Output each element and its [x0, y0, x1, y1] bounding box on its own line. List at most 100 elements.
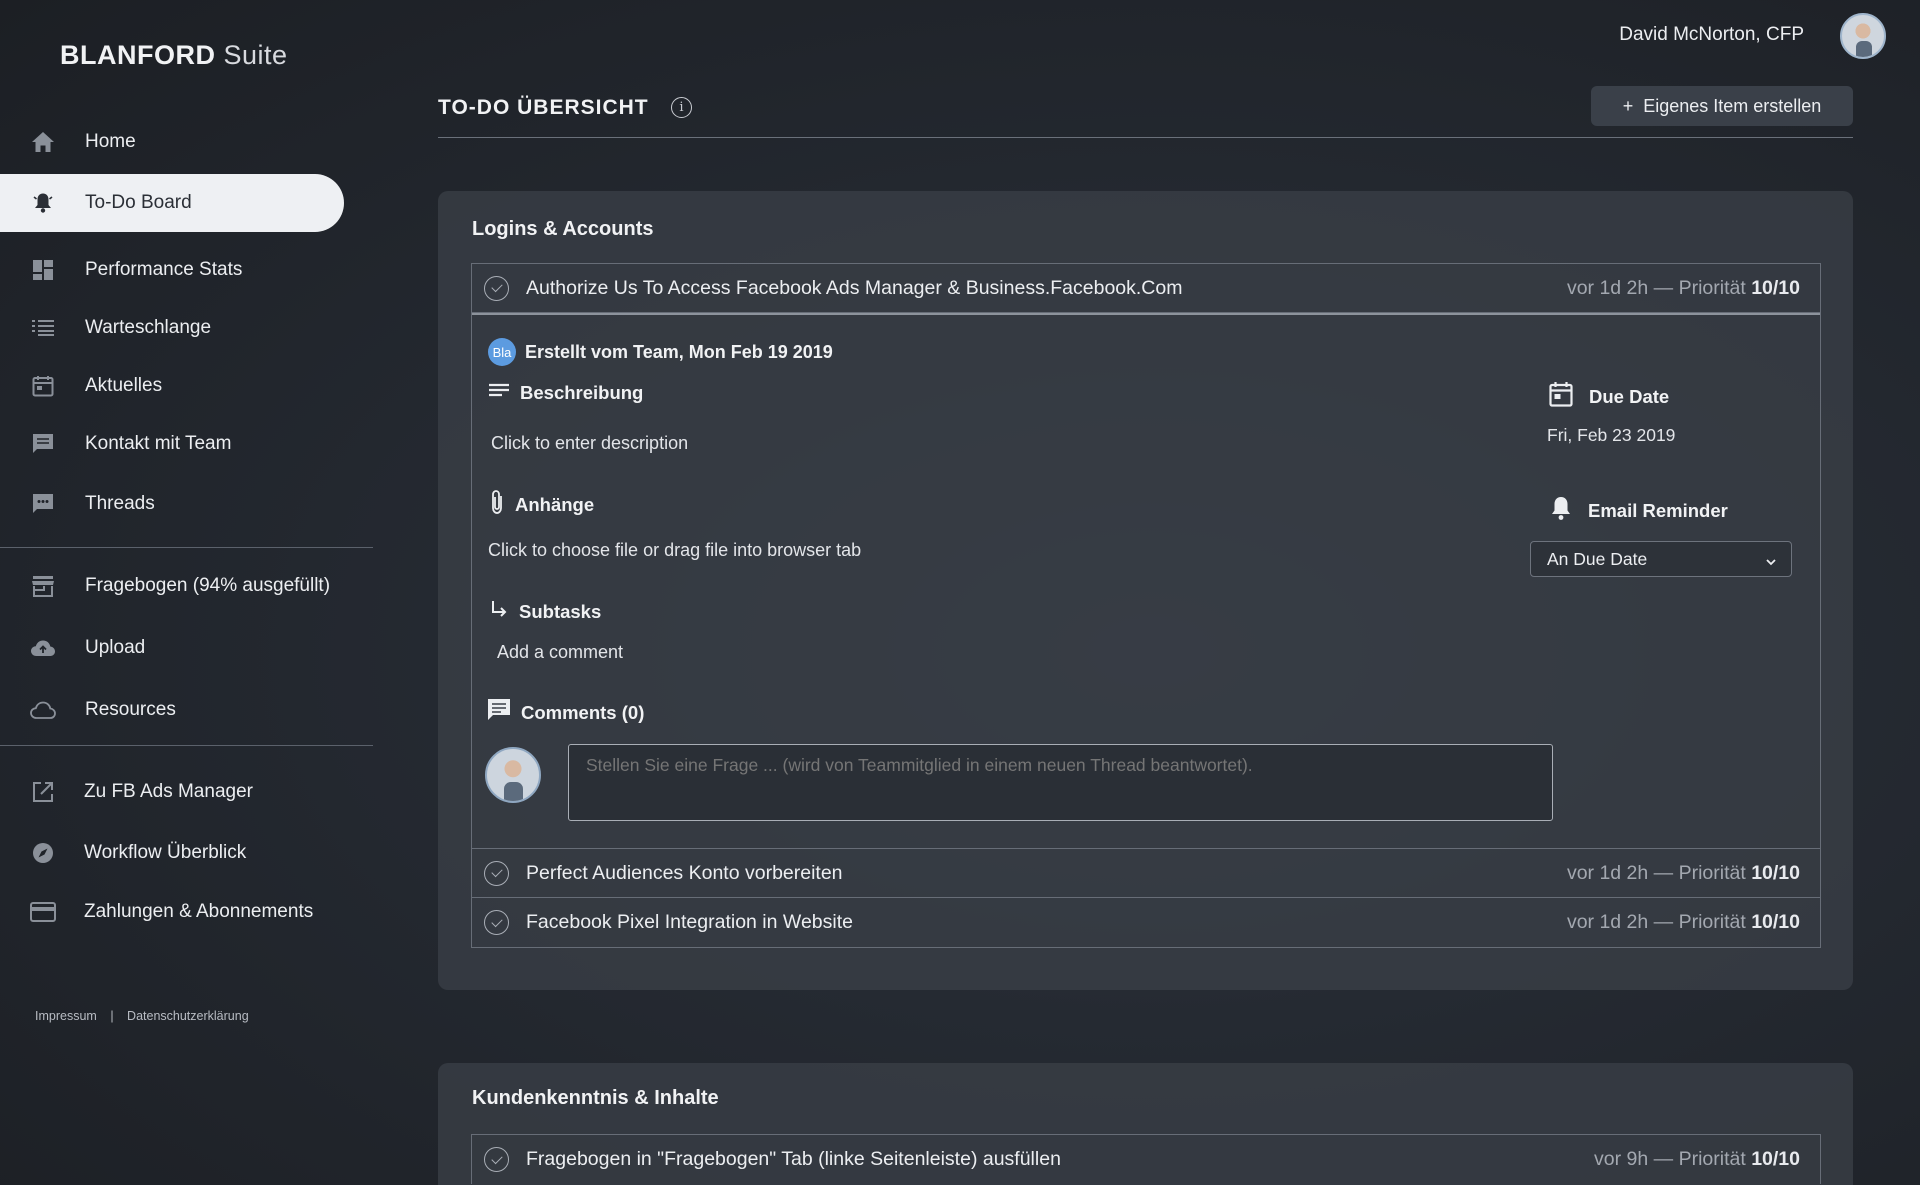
external-link-icon: [30, 779, 56, 805]
check-circle-icon[interactable]: [484, 910, 509, 935]
dashboard-icon: [30, 257, 56, 283]
sidebar-item-fragebogen[interactable]: Fragebogen (94% ausgefüllt): [0, 557, 344, 615]
sidebar-item-label: Zu FB Ads Manager: [84, 781, 253, 802]
calendar-icon: [1549, 381, 1573, 412]
task-list: Fragebogen in "Fragebogen" Tab (linke Se…: [471, 1134, 1821, 1184]
due-date-value[interactable]: Fri, Feb 23 2019: [1547, 425, 1675, 446]
sidebar-item-label: Resources: [85, 699, 176, 720]
check-circle-icon[interactable]: [484, 1147, 509, 1172]
team-badge: Bla: [488, 338, 516, 366]
created-text: Erstellt vom Team, Mon Feb 19 2019: [525, 341, 833, 362]
create-item-label: Eigenes Item erstellen: [1643, 95, 1822, 116]
sidebar-footer: Impressum | Datenschutzerklärung: [35, 1009, 249, 1023]
task-meta: vor 9h — Priorität 10/10: [1594, 1148, 1800, 1170]
sidebar-item-label: Kontakt mit Team: [85, 433, 232, 454]
task-meta: vor 1d 2h — Priorität 10/10: [1566, 276, 1800, 299]
create-item-button[interactable]: + Eigenes Item erstellen: [1591, 86, 1853, 126]
subdirectory-arrow-icon: [489, 599, 509, 624]
impressum-link[interactable]: Impressum: [35, 1009, 97, 1023]
chevron-down-icon: [1765, 552, 1777, 573]
task-row[interactable]: Fragebogen in "Fragebogen" Tab (linke Se…: [472, 1135, 1820, 1184]
sidebar-item-performance-stats[interactable]: Performance Stats: [0, 241, 344, 299]
section-card-kundenkenntnis: Kundenkenntnis & Inhalte Fragebogen in "…: [438, 1063, 1853, 1185]
footer-separator: |: [110, 1009, 114, 1023]
attachment-dropzone[interactable]: Click to choose file or drag file into b…: [488, 540, 861, 561]
task-row[interactable]: Authorize Us To Access Facebook Ads Mana…: [472, 264, 1820, 313]
task-row[interactable]: Facebook Pixel Integration in Website vo…: [472, 898, 1820, 947]
sidebar-item-label: Warteschlange: [85, 317, 212, 338]
sidebar-item-home[interactable]: Home: [0, 113, 344, 171]
task-title: Authorize Us To Access Facebook Ads Mana…: [526, 276, 1183, 299]
sidebar-item-label: Performance Stats: [85, 259, 243, 280]
plus-icon: +: [1622, 95, 1634, 116]
task-priority: 10/10: [1751, 1148, 1800, 1170]
sidebar-item-workflow-ueberblick[interactable]: Workflow Überblick: [0, 824, 344, 882]
cloud-icon: [30, 697, 56, 723]
comments-header: Comments (0): [487, 698, 644, 727]
chat-icon: [30, 491, 56, 517]
created-info: Bla Erstellt vom Team, Mon Feb 19 2019: [488, 338, 833, 366]
task-detail: Bla Erstellt vom Team, Mon Feb 19 2019 B…: [472, 313, 1820, 849]
sidebar-item-todo-board[interactable]: To-Do Board: [0, 174, 344, 232]
privacy-link[interactable]: Datenschutzerklärung: [127, 1009, 249, 1023]
compass-icon: [30, 840, 56, 866]
section-card-logins-accounts: Logins & Accounts Authorize Us To Access…: [438, 191, 1853, 990]
check-circle-icon[interactable]: [484, 860, 509, 886]
task-title: Facebook Pixel Integration in Website: [526, 911, 853, 933]
sidebar-item-label: Aktuelles: [85, 375, 163, 396]
attachments-header: Anhänge: [489, 489, 594, 520]
add-comment-link[interactable]: Add a comment: [497, 642, 623, 663]
page-title: TO-DO ÜBERSICHT: [438, 96, 649, 119]
sidebar-item-threads[interactable]: Threads: [0, 475, 344, 533]
cloud-upload-icon: [30, 635, 56, 661]
avatar[interactable]: [1840, 13, 1886, 59]
credit-card-icon: [30, 899, 56, 925]
bell-icon: [1550, 495, 1572, 526]
description-header: Beschreibung: [488, 382, 643, 404]
comment-icon: [487, 698, 511, 727]
bell-icon: [30, 190, 56, 216]
sidebar-divider: [0, 745, 373, 746]
message-icon: [30, 431, 56, 457]
user-name[interactable]: David McNorton, CFP: [1619, 24, 1804, 46]
description-field[interactable]: Click to enter description: [491, 433, 688, 454]
task-row[interactable]: Perfect Audiences Konto vorbereiten vor …: [472, 849, 1820, 898]
subtasks-header: Subtasks: [489, 599, 601, 624]
check-circle-icon[interactable]: [484, 275, 509, 301]
email-reminder-header: Email Reminder: [1550, 495, 1728, 526]
task-priority: 10/10: [1751, 911, 1800, 933]
sidebar-item-zahlungen[interactable]: Zahlungen & Abonnements: [0, 883, 344, 941]
paperclip-icon: [489, 489, 505, 520]
brand-logo[interactable]: BLANFORD Suite: [60, 40, 288, 71]
sidebar-item-label: To-Do Board: [85, 192, 192, 213]
email-reminder-value: An Due Date: [1547, 548, 1648, 569]
sidebar: BLANFORD Suite Home To-Do Board Performa…: [0, 0, 373, 1185]
task-priority: 10/10: [1751, 861, 1800, 884]
sidebar-item-warteschlange[interactable]: Warteschlange: [0, 299, 344, 357]
sidebar-item-label: Threads: [85, 493, 155, 514]
calendar-icon: [30, 373, 56, 399]
info-icon[interactable]: i: [671, 97, 692, 118]
task-title: Fragebogen in "Fragebogen" Tab (linke Se…: [526, 1148, 1061, 1170]
task-priority: 10/10: [1751, 276, 1800, 299]
task-list: Authorize Us To Access Facebook Ads Mana…: [471, 263, 1821, 948]
email-reminder-select[interactable]: An Due Date: [1530, 541, 1792, 577]
task-title: Perfect Audiences Konto vorbereiten: [526, 861, 843, 884]
section-title: Logins & Accounts: [472, 218, 654, 240]
home-icon: [30, 129, 56, 155]
sidebar-item-label: Upload: [85, 637, 146, 658]
sidebar-divider: [0, 547, 373, 548]
task-meta: vor 1d 2h — Priorität 10/10: [1566, 911, 1800, 933]
sidebar-item-kontakt-mit-team[interactable]: Kontakt mit Team: [0, 415, 344, 473]
section-title: Kundenkenntnis & Inhalte: [472, 1087, 719, 1109]
sidebar-item-resources[interactable]: Resources: [0, 681, 344, 739]
header-divider: [438, 137, 1853, 138]
sidebar-item-label: Fragebogen (94% ausgefüllt): [85, 575, 331, 596]
due-date-header: Due Date: [1549, 381, 1669, 412]
store-icon: [30, 573, 56, 599]
sidebar-item-aktuelles[interactable]: Aktuelles: [0, 357, 344, 415]
sidebar-item-upload[interactable]: Upload: [0, 619, 344, 677]
comment-input[interactable]: [568, 744, 1553, 821]
sidebar-item-fb-ads-manager[interactable]: Zu FB Ads Manager: [0, 763, 344, 821]
avatar: [485, 747, 541, 803]
